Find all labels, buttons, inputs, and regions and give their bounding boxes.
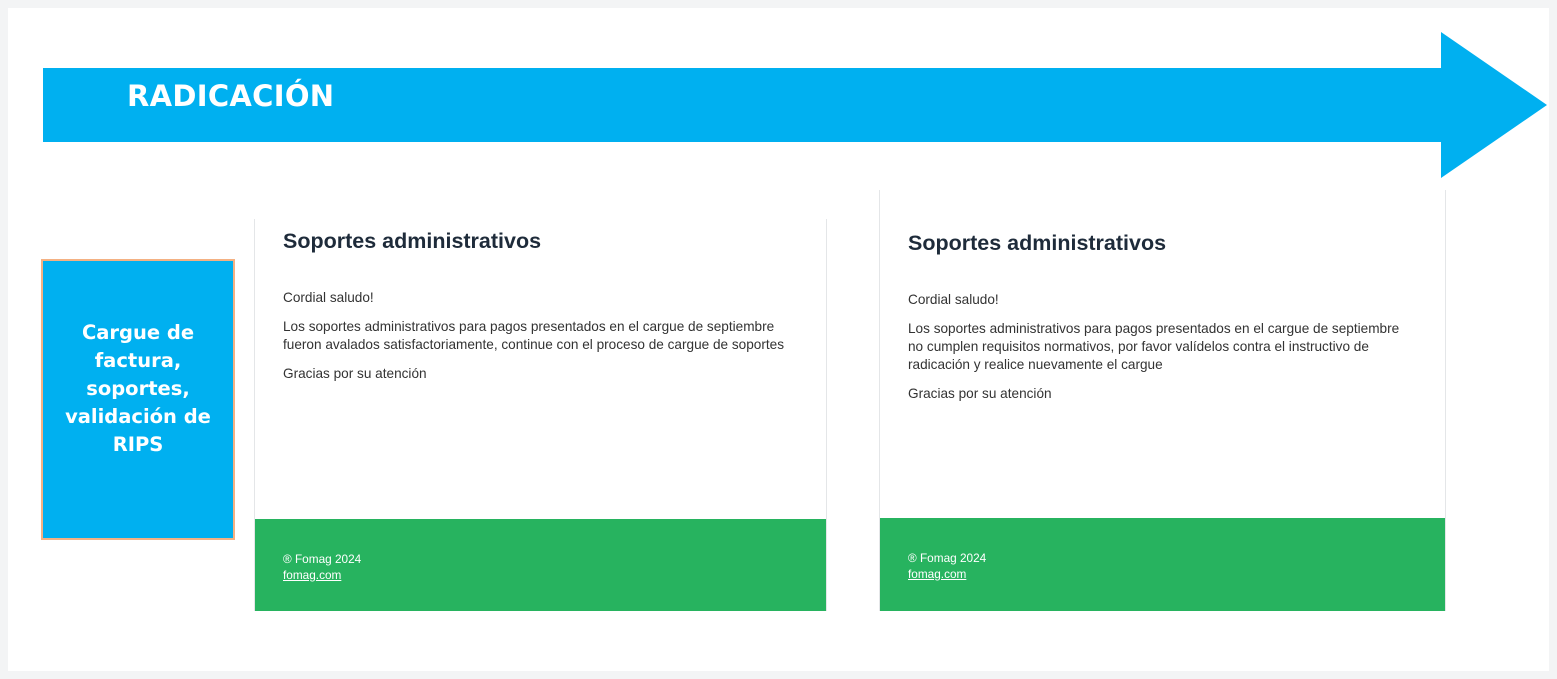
email-card-footer: ® Fomag 2024 fomag.com: [255, 519, 826, 611]
email-card-body: Soportes administrativos Cordial saludo!…: [908, 229, 1417, 414]
email-message: Los soportes administrativos para pagos …: [283, 319, 785, 352]
footer-link[interactable]: fomag.com: [908, 567, 966, 581]
footer-content: ® Fomag 2024 fomag.com: [283, 551, 361, 583]
stage-title: RADICACIÓN: [127, 79, 335, 113]
email-message: Los soportes administrativos para pagos …: [908, 321, 1400, 372]
email-card-approved: Soportes administrativos Cordial saludo!…: [254, 219, 827, 611]
step-label: Cargue de factura, soportes, validación …: [65, 320, 211, 456]
email-card-body: Soportes administrativos Cordial saludo!…: [283, 227, 798, 394]
email-card-title: Soportes administrativos: [908, 231, 1167, 255]
email-closing: Gracias por su atención: [908, 386, 1052, 401]
email-greeting: Cordial saludo!: [908, 292, 999, 307]
footer-link[interactable]: fomag.com: [283, 568, 341, 582]
email-card-title: Soportes administrativos: [283, 229, 542, 253]
email-card-rejected: Soportes administrativos Cordial saludo!…: [879, 190, 1446, 611]
footer-content: ® Fomag 2024 fomag.com: [908, 550, 986, 582]
email-closing: Gracias por su atención: [283, 366, 427, 381]
footer-copyright: ® Fomag 2024: [283, 552, 362, 566]
email-card-footer: ® Fomag 2024 fomag.com: [880, 518, 1445, 611]
email-greeting: Cordial saludo!: [283, 290, 374, 305]
footer-copyright: ® Fomag 2024: [908, 551, 987, 565]
step-box: Cargue de factura, soportes, validación …: [41, 259, 235, 540]
